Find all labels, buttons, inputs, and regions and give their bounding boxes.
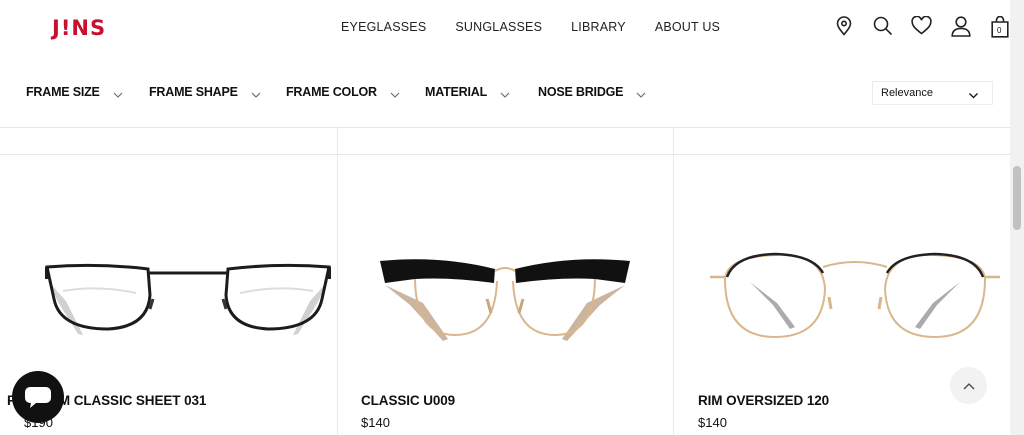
nav-library[interactable]: LIBRARY — [571, 20, 626, 34]
product-grid: PREMIUM CLASSIC SHEET 031 $190 CLASSIC U… — [0, 128, 1010, 435]
filter-label: FRAME SIZE — [26, 85, 100, 99]
filter-frame-shape[interactable]: FRAME SHAPE — [149, 85, 261, 99]
user-icon[interactable] — [941, 16, 980, 42]
jins-logo[interactable]: J!NS — [52, 16, 106, 40]
nav-sunglasses[interactable]: SUNGLASSES — [455, 20, 542, 34]
product-name[interactable]: CLASSIC U009 — [361, 393, 455, 408]
product-image — [380, 259, 630, 341]
nav-about-us[interactable]: ABOUT US — [655, 20, 720, 34]
chevron-down-icon — [968, 88, 979, 106]
chevron-down-icon — [636, 87, 646, 98]
sort-selected-value: Relevance — [881, 87, 933, 99]
chevron-down-icon — [251, 87, 261, 98]
chevron-up-icon — [963, 382, 974, 389]
location-pin-icon[interactable] — [824, 16, 863, 42]
product-name[interactable]: RIM OVERSIZED 120 — [698, 393, 829, 408]
filter-label: NOSE BRIDGE — [538, 85, 624, 99]
chevron-down-icon — [500, 87, 510, 98]
filter-frame-size[interactable]: FRAME SIZE — [26, 85, 123, 99]
chevron-down-icon — [390, 87, 400, 98]
product-image — [710, 252, 1000, 339]
nav-eyeglasses[interactable]: EYEGLASSES — [341, 20, 426, 34]
product-card[interactable]: CLASSIC U009 $140 — [337, 155, 673, 435]
search-icon[interactable] — [863, 16, 902, 42]
chevron-down-icon — [113, 87, 123, 98]
filter-bar: FRAME SIZE FRAME SHAPE FRAME COLOR MATER… — [0, 58, 1010, 128]
chat-bubble-icon — [25, 387, 51, 408]
cart-count: 0 — [997, 26, 1002, 35]
main-nav: EYEGLASSES SUNGLASSES LIBRARY ABOUT US — [341, 20, 749, 34]
page-scrollbar[interactable] — [1010, 0, 1024, 435]
product-price: $140 — [698, 415, 727, 430]
filter-label: MATERIAL — [425, 85, 488, 99]
scrollbar-thumb[interactable] — [1013, 166, 1021, 230]
product-image — [45, 263, 331, 335]
filter-frame-color[interactable]: FRAME COLOR — [286, 85, 400, 99]
filter-material[interactable]: MATERIAL — [425, 85, 510, 99]
heart-icon[interactable] — [902, 16, 941, 42]
sort-select[interactable]: Relevance — [872, 81, 993, 105]
previous-row-strip — [0, 128, 1010, 155]
product-price: $140 — [361, 415, 390, 430]
filter-nose-bridge[interactable]: NOSE BRIDGE — [538, 85, 646, 99]
site-header: J!NS EYEGLASSES SUNGLASSES LIBRARY ABOUT… — [0, 0, 1010, 58]
header-icons: 0 — [824, 16, 1019, 42]
filter-label: FRAME COLOR — [286, 85, 377, 99]
chat-button[interactable] — [12, 371, 64, 423]
scroll-to-top-button[interactable] — [950, 367, 987, 404]
filter-label: FRAME SHAPE — [149, 85, 238, 99]
